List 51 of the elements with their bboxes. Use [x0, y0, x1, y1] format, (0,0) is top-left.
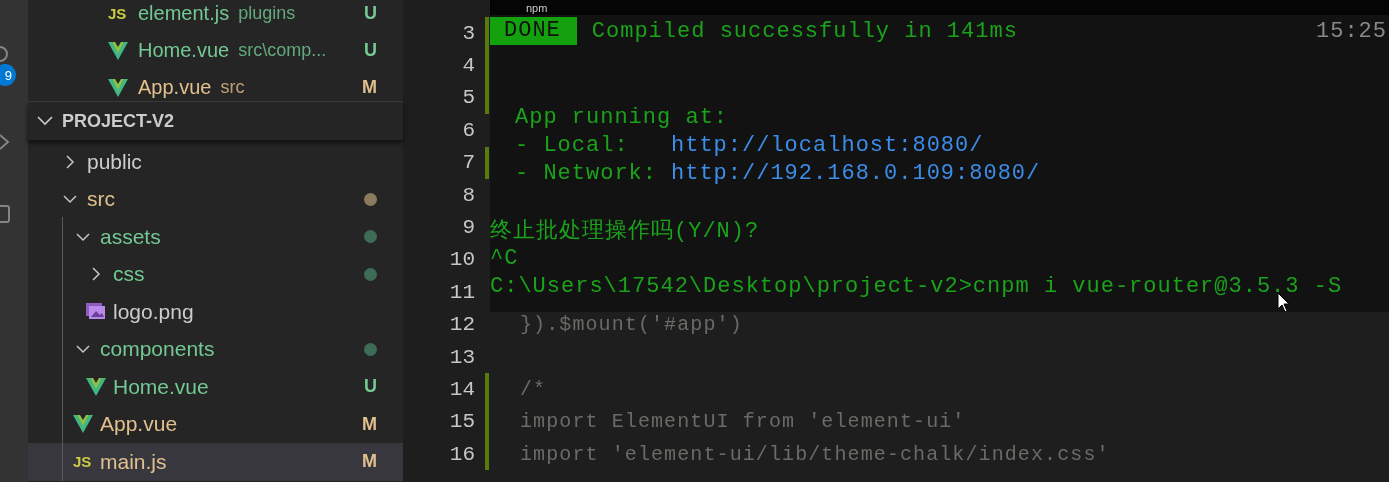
terminal-text: 终止批处理操作吗(Y/N)? [490, 218, 760, 245]
tree-item[interactable]: components [28, 330, 403, 368]
tree-item[interactable]: public [28, 143, 403, 181]
terminal-text: App running at: [515, 104, 729, 130]
vue-file-icon [73, 415, 93, 434]
vue-file-icon [108, 78, 128, 97]
chevron-icon[interactable] [0, 132, 10, 152]
line-number: 11 [448, 280, 475, 304]
image-file-icon [86, 302, 106, 321]
tree-item[interactable]: Home.vue U [28, 368, 403, 406]
terminal-text: - Local: [515, 132, 630, 158]
tree-item[interactable]: css [28, 255, 403, 293]
open-editor-item[interactable]: JS element.js plugins U [28, 0, 403, 32]
line-number: 8 [461, 183, 475, 207]
line-number: 13 [448, 345, 475, 369]
line-number: 15 [448, 410, 475, 434]
tree-item[interactable]: App.vue M [28, 405, 403, 443]
terminal-text: ^C [490, 245, 519, 271]
line-number: 3 [461, 21, 475, 45]
code-line: /* [520, 378, 547, 401]
url-link[interactable]: http://192.168.0.109:8080/ [671, 160, 1041, 186]
timestamp: 15:25 [1316, 18, 1388, 44]
line-number: 9 [461, 216, 475, 240]
code-line: }).$mount('#app') [520, 313, 743, 337]
line-number: 5 [461, 86, 475, 110]
line-number: 12 [448, 313, 475, 337]
js-file-icon: JS [73, 453, 93, 471]
done-badge: DONE [490, 17, 577, 45]
terminal-title: npm [526, 2, 548, 15]
project-title: PROJECT-V2 [62, 110, 175, 132]
tree-item[interactable]: assets [28, 218, 403, 256]
vue-file-icon [86, 377, 106, 396]
line-number: 4 [461, 54, 475, 78]
js-file-icon: JS [108, 5, 128, 22]
tree-item[interactable]: src [28, 180, 403, 218]
terminal-text: Compiled successfully in 141ms [591, 18, 1018, 44]
tree-item[interactable]: JS main.js M [28, 443, 403, 481]
tree-item[interactable]: logo.png [28, 293, 403, 331]
terminal-text: C:\Users\17542\Desktop\project-v2>cnpm i vue-router@3.5.3 -S [490, 273, 1343, 299]
line-number: 14 [448, 378, 475, 401]
code-line: import 'element-ui/lib/theme-chalk/index.css' [520, 442, 1110, 466]
line-number: 6 [461, 118, 475, 142]
line-number: 10 [448, 248, 475, 272]
terminal-text: - Network: [515, 160, 659, 186]
line-number: 7 [461, 151, 475, 175]
line-number: 16 [448, 442, 475, 466]
notification-badge: 9 [0, 64, 16, 86]
code-line: import ElementUI from 'element-ui' [520, 410, 966, 434]
open-editor-item[interactable]: Home.vue src\comp... U [28, 32, 403, 69]
vue-file-icon [108, 41, 128, 60]
url-link[interactable]: http://localhost:8080/ [671, 132, 984, 158]
